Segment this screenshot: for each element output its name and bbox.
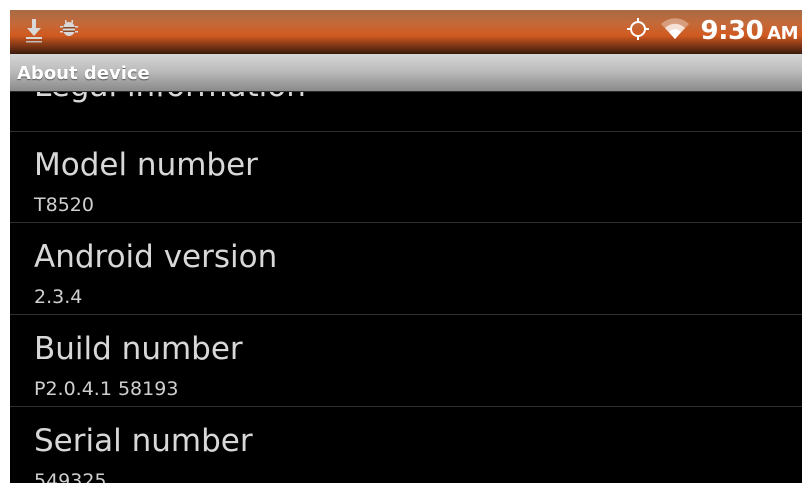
android-debug-icon xyxy=(58,18,80,48)
list-item-summary: T8520 xyxy=(34,194,94,216)
page-title: About device xyxy=(17,63,150,84)
title-bar: About device xyxy=(10,54,802,92)
list-item-summary: 2.3.4 xyxy=(34,286,83,308)
status-bar: 9:30 AM xyxy=(10,10,802,54)
list-item-serial-number[interactable]: Serial number 549325 xyxy=(10,407,802,483)
list-item-title: Legal information xyxy=(34,92,306,104)
list-item-legal-information[interactable]: Legal information xyxy=(10,92,802,132)
list-item-title: Model number xyxy=(34,147,258,183)
status-clock: 9:30 AM xyxy=(700,16,798,46)
download-icon xyxy=(24,18,44,48)
notification-icons xyxy=(24,18,80,48)
clock-time: 9:30 xyxy=(700,16,764,46)
list-item-summary: 549325 xyxy=(34,470,107,483)
gps-icon xyxy=(626,17,650,45)
list-item-title: Android version xyxy=(34,239,278,275)
device-screen: 9:30AM About device Legal information Mo… xyxy=(10,10,802,483)
system-indicators: 9:30 AM xyxy=(626,16,798,46)
list-item-build-number[interactable]: Build number P2.0.4.1 58193 xyxy=(10,315,802,407)
list-item-model-number[interactable]: Model number T8520 xyxy=(10,131,802,223)
list-item-title: Serial number xyxy=(34,423,253,459)
list-item-title: Build number xyxy=(34,331,243,367)
list-item-summary: P2.0.4.1 58193 xyxy=(34,378,179,400)
clock-ampm: AM xyxy=(767,23,798,44)
list-item-android-version[interactable]: Android version 2.3.4 xyxy=(10,223,802,315)
wifi-icon xyxy=(660,18,690,44)
settings-list[interactable]: Legal information Model number T8520 And… xyxy=(10,92,802,483)
